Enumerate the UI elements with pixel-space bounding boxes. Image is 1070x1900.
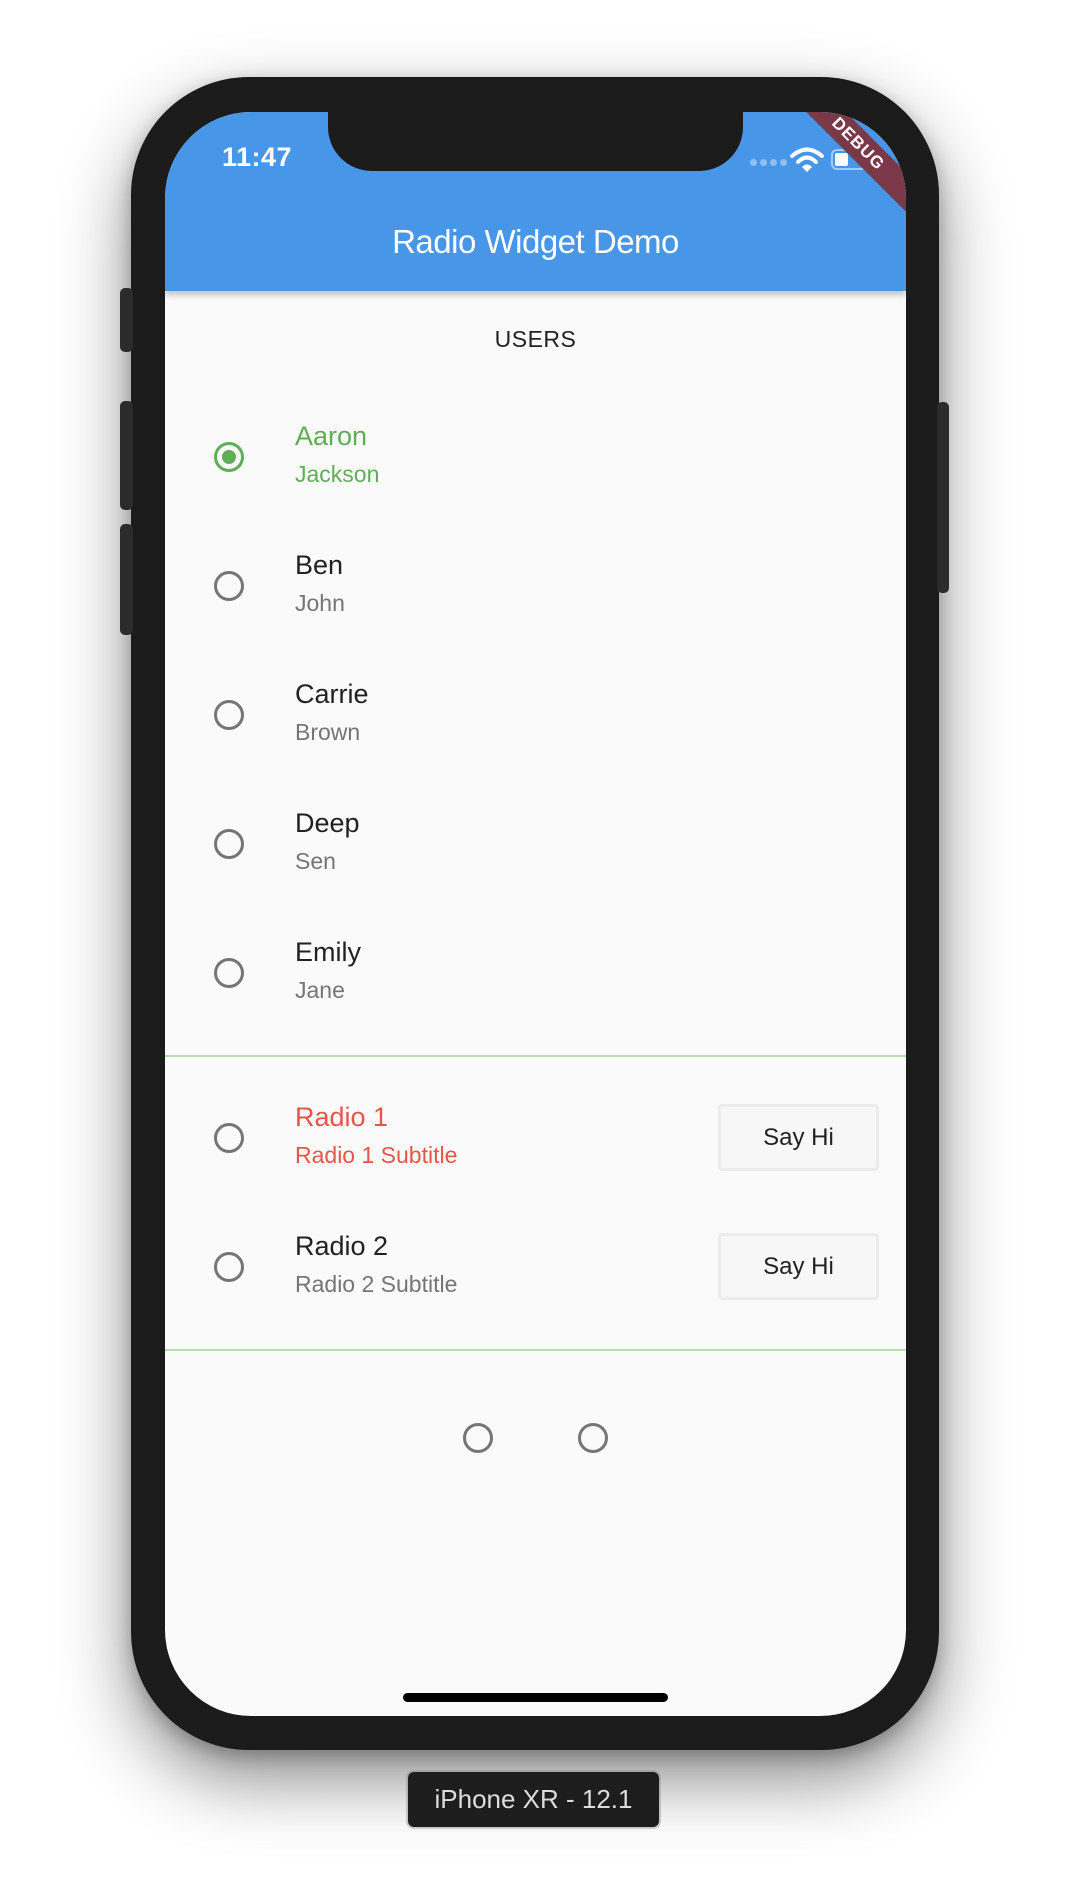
say-hi-button[interactable]: Say Hi: [718, 1104, 879, 1171]
radio-deep[interactable]: [214, 829, 244, 859]
user-last-name: Jackson: [295, 461, 380, 487]
radio-aaron[interactable]: [214, 442, 244, 472]
user-last-name: John: [295, 590, 345, 616]
divider-top: [165, 1055, 906, 1057]
user-last-name: Sen: [295, 848, 336, 874]
radio-bottom-right[interactable]: [578, 1423, 608, 1453]
home-indicator[interactable]: [403, 1693, 668, 1702]
wifi-icon: [790, 147, 824, 172]
say-hi-button[interactable]: Say Hi: [718, 1233, 879, 1300]
user-first-name: Deep: [295, 808, 360, 838]
device-label: iPhone XR - 12.1: [408, 1772, 659, 1827]
silent-switch: [120, 288, 133, 352]
volume-down-button: [120, 524, 133, 635]
users-heading: USERS: [494, 326, 577, 352]
user-first-name: Aaron: [295, 421, 368, 451]
radio-carrie[interactable]: [214, 700, 244, 730]
page-title: Radio Widget Demo: [392, 223, 679, 260]
radio-tile-title: Radio 1: [295, 1102, 389, 1132]
user-last-name: Brown: [295, 719, 361, 745]
volume-up-button: [120, 401, 133, 510]
app-screen: 11:47 Radio Widget Demo DEBUG USERS Aaro…: [165, 112, 906, 1716]
user-last-name: Jane: [295, 977, 345, 1003]
cellular-signal-icon: [750, 159, 787, 166]
user-first-name: Carrie: [295, 679, 369, 709]
radio-tile-title: Radio 2: [295, 1231, 389, 1261]
radio-tile-subtitle: Radio 1 Subtitle: [295, 1142, 458, 1168]
divider-bottom: [165, 1349, 906, 1351]
radio-bottom-left[interactable]: [463, 1423, 493, 1453]
user-first-name: Ben: [295, 550, 344, 580]
radio-emily[interactable]: [214, 958, 244, 988]
radio-2[interactable]: [214, 1252, 244, 1282]
radio-1[interactable]: [214, 1123, 244, 1153]
radio-tile-subtitle: Radio 2 Subtitle: [295, 1271, 458, 1297]
notch: [328, 112, 743, 171]
power-button: [937, 402, 949, 593]
user-first-name: Emily: [295, 937, 361, 967]
radio-ben[interactable]: [214, 571, 244, 601]
status-time: 11:47: [222, 142, 293, 172]
